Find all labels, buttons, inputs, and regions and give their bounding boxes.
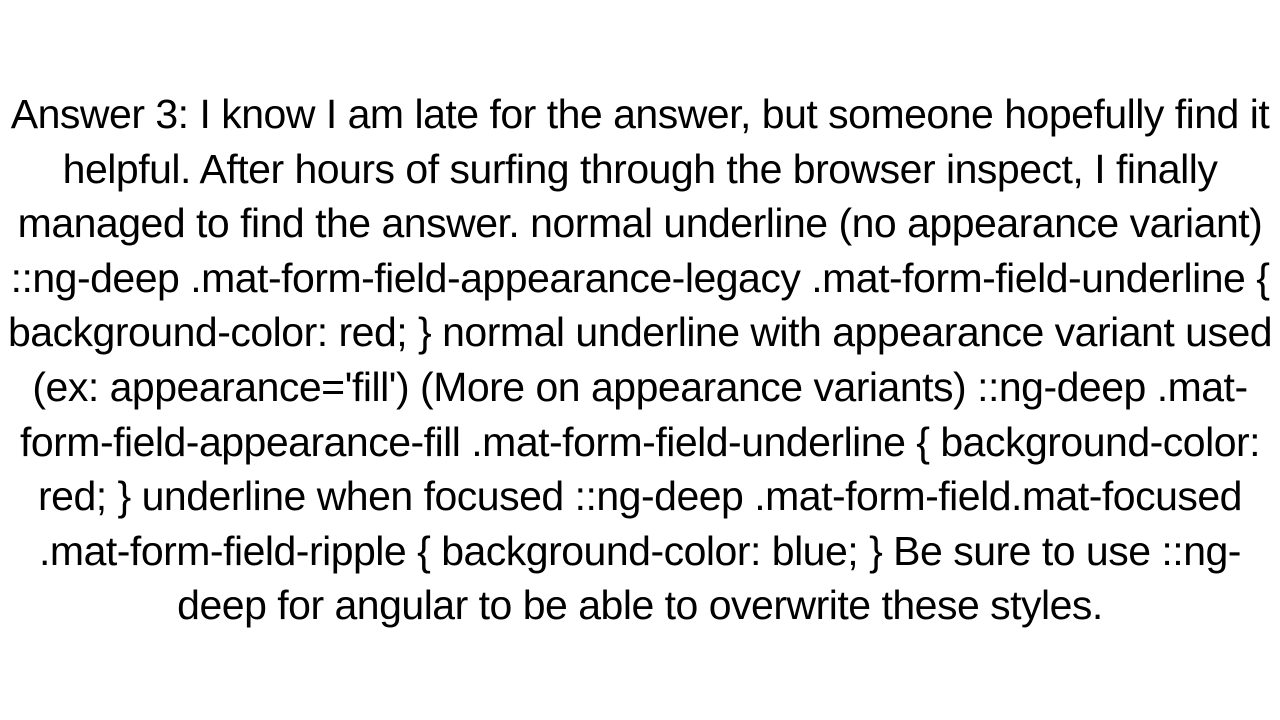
answer-text: Answer 3: I know I am late for the answe…: [0, 87, 1280, 632]
